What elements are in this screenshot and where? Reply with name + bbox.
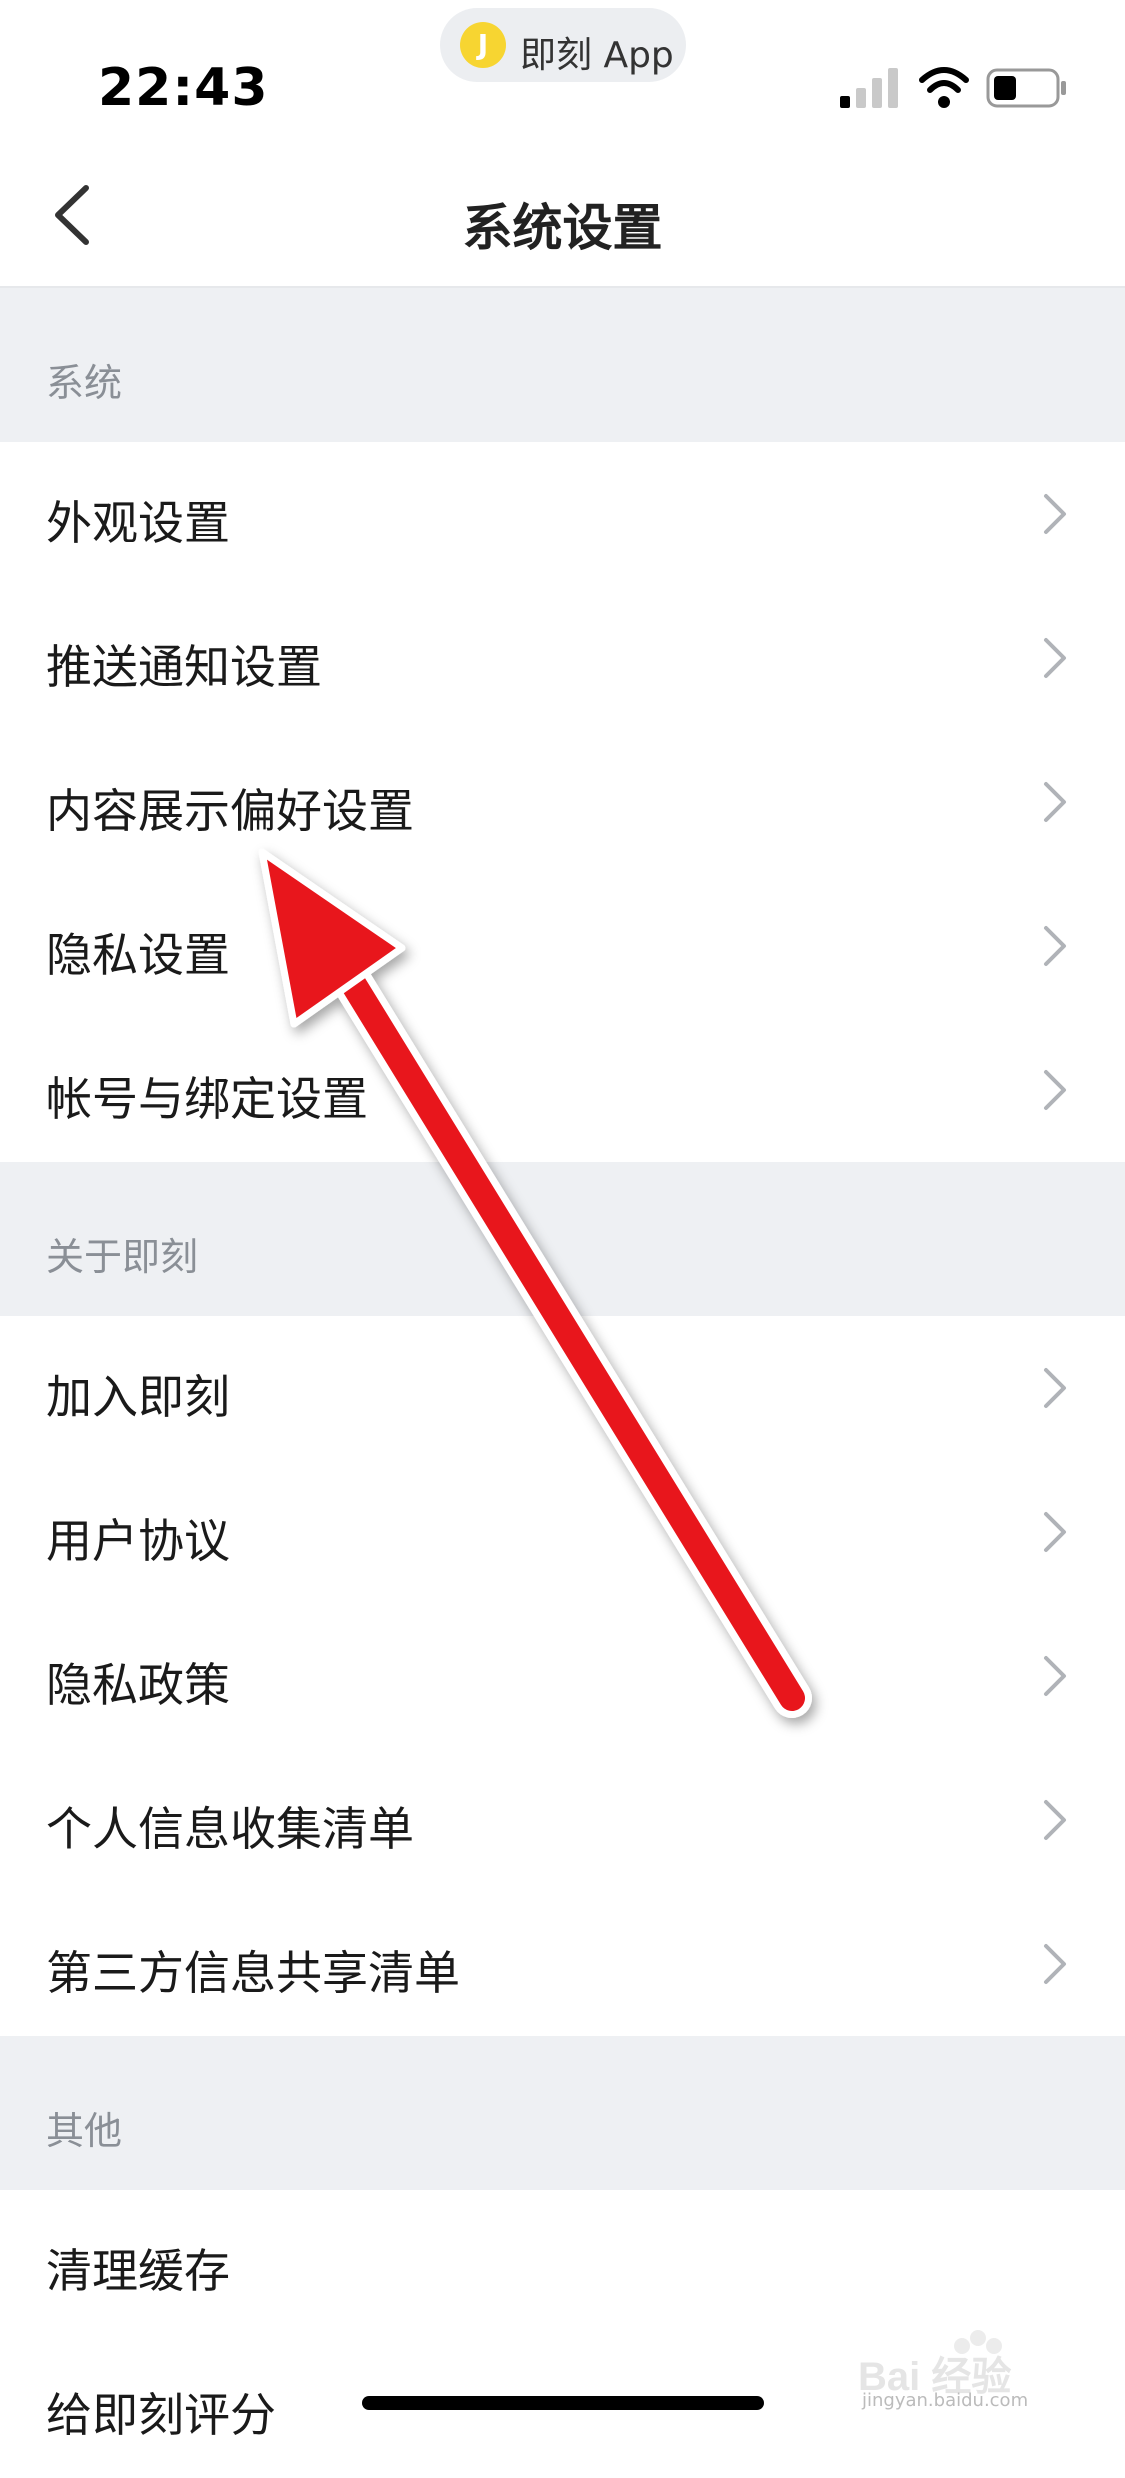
settings-row-clear-cache[interactable]: 清理缓存 xyxy=(0,2190,1125,2336)
settings-row-personal-info-list[interactable]: 个人信息收集清单 xyxy=(0,1748,1125,1894)
settings-row-privacy[interactable]: 隐私设置 xyxy=(0,874,1125,1020)
app-logo-icon: J xyxy=(460,22,506,68)
settings-row-label: 个人信息收集清单 xyxy=(46,1802,414,1856)
settings-row-label: 第三方信息共享清单 xyxy=(46,1946,460,2000)
settings-row-label: 给即刻评分 xyxy=(46,2388,276,2442)
chevron-right-icon xyxy=(1044,638,1066,678)
settings-row-label: 用户协议 xyxy=(46,1514,230,1568)
settings-row-join-us[interactable]: 加入即刻 xyxy=(0,1316,1125,1462)
chevron-right-icon xyxy=(1044,1800,1066,1840)
section-header-label: 其他 xyxy=(46,2109,123,2153)
settings-row-account-binding[interactable]: 帐号与绑定设置 xyxy=(0,1018,1125,1164)
battery-icon xyxy=(986,68,1066,108)
chevron-right-icon xyxy=(1044,494,1066,534)
chevron-right-icon xyxy=(1044,1944,1066,1984)
section-header-system: 系统 xyxy=(0,288,1125,442)
section-header-other: 其他 xyxy=(0,2036,1125,2190)
settings-row-label: 外观设置 xyxy=(46,496,230,550)
current-app-pill[interactable]: J 即刻 App xyxy=(440,8,686,82)
settings-row-label: 加入即刻 xyxy=(46,1370,230,1424)
chevron-right-icon xyxy=(1044,1512,1066,1552)
status-time: 22:43 xyxy=(98,58,269,118)
settings-row-label: 推送通知设置 xyxy=(46,640,322,694)
chevron-right-icon xyxy=(1044,926,1066,966)
wifi-icon xyxy=(919,67,969,108)
status-bar: 22:43 J 即刻 App xyxy=(0,0,1125,140)
navigation-bar: 系统设置 xyxy=(0,140,1125,288)
settings-row-privacy-policy[interactable]: 隐私政策 xyxy=(0,1604,1125,1750)
home-indicator[interactable] xyxy=(362,2396,764,2410)
settings-row-user-agreement[interactable]: 用户协议 xyxy=(0,1460,1125,1606)
settings-row-push-notifications[interactable]: 推送通知设置 xyxy=(0,586,1125,732)
section-header-about: 关于即刻 xyxy=(0,1162,1125,1316)
settings-row-label: 隐私政策 xyxy=(46,1658,230,1712)
chevron-right-icon xyxy=(1044,1656,1066,1696)
settings-row-label: 帐号与绑定设置 xyxy=(46,1072,368,1126)
settings-row-label: 隐私设置 xyxy=(46,928,230,982)
section-header-label: 系统 xyxy=(46,361,123,405)
app-pill-label: 即刻 App xyxy=(520,35,674,76)
chevron-right-icon xyxy=(1044,1368,1066,1408)
watermark-url: jingyan.baidu.com xyxy=(862,2390,1029,2411)
page-title: 系统设置 xyxy=(462,199,663,257)
section-header-label: 关于即刻 xyxy=(46,1235,199,1279)
chevron-right-icon xyxy=(1044,782,1066,822)
settings-row-third-party-sharing[interactable]: 第三方信息共享清单 xyxy=(0,1892,1125,2038)
chevron-right-icon xyxy=(1044,1070,1066,1110)
settings-row-label: 内容展示偏好设置 xyxy=(46,784,414,838)
settings-row-content-preferences[interactable]: 内容展示偏好设置 xyxy=(0,730,1125,876)
settings-row-appearance[interactable]: 外观设置 xyxy=(0,442,1125,588)
settings-row-label: 清理缓存 xyxy=(46,2244,230,2298)
cellular-signal-icon xyxy=(840,68,898,108)
